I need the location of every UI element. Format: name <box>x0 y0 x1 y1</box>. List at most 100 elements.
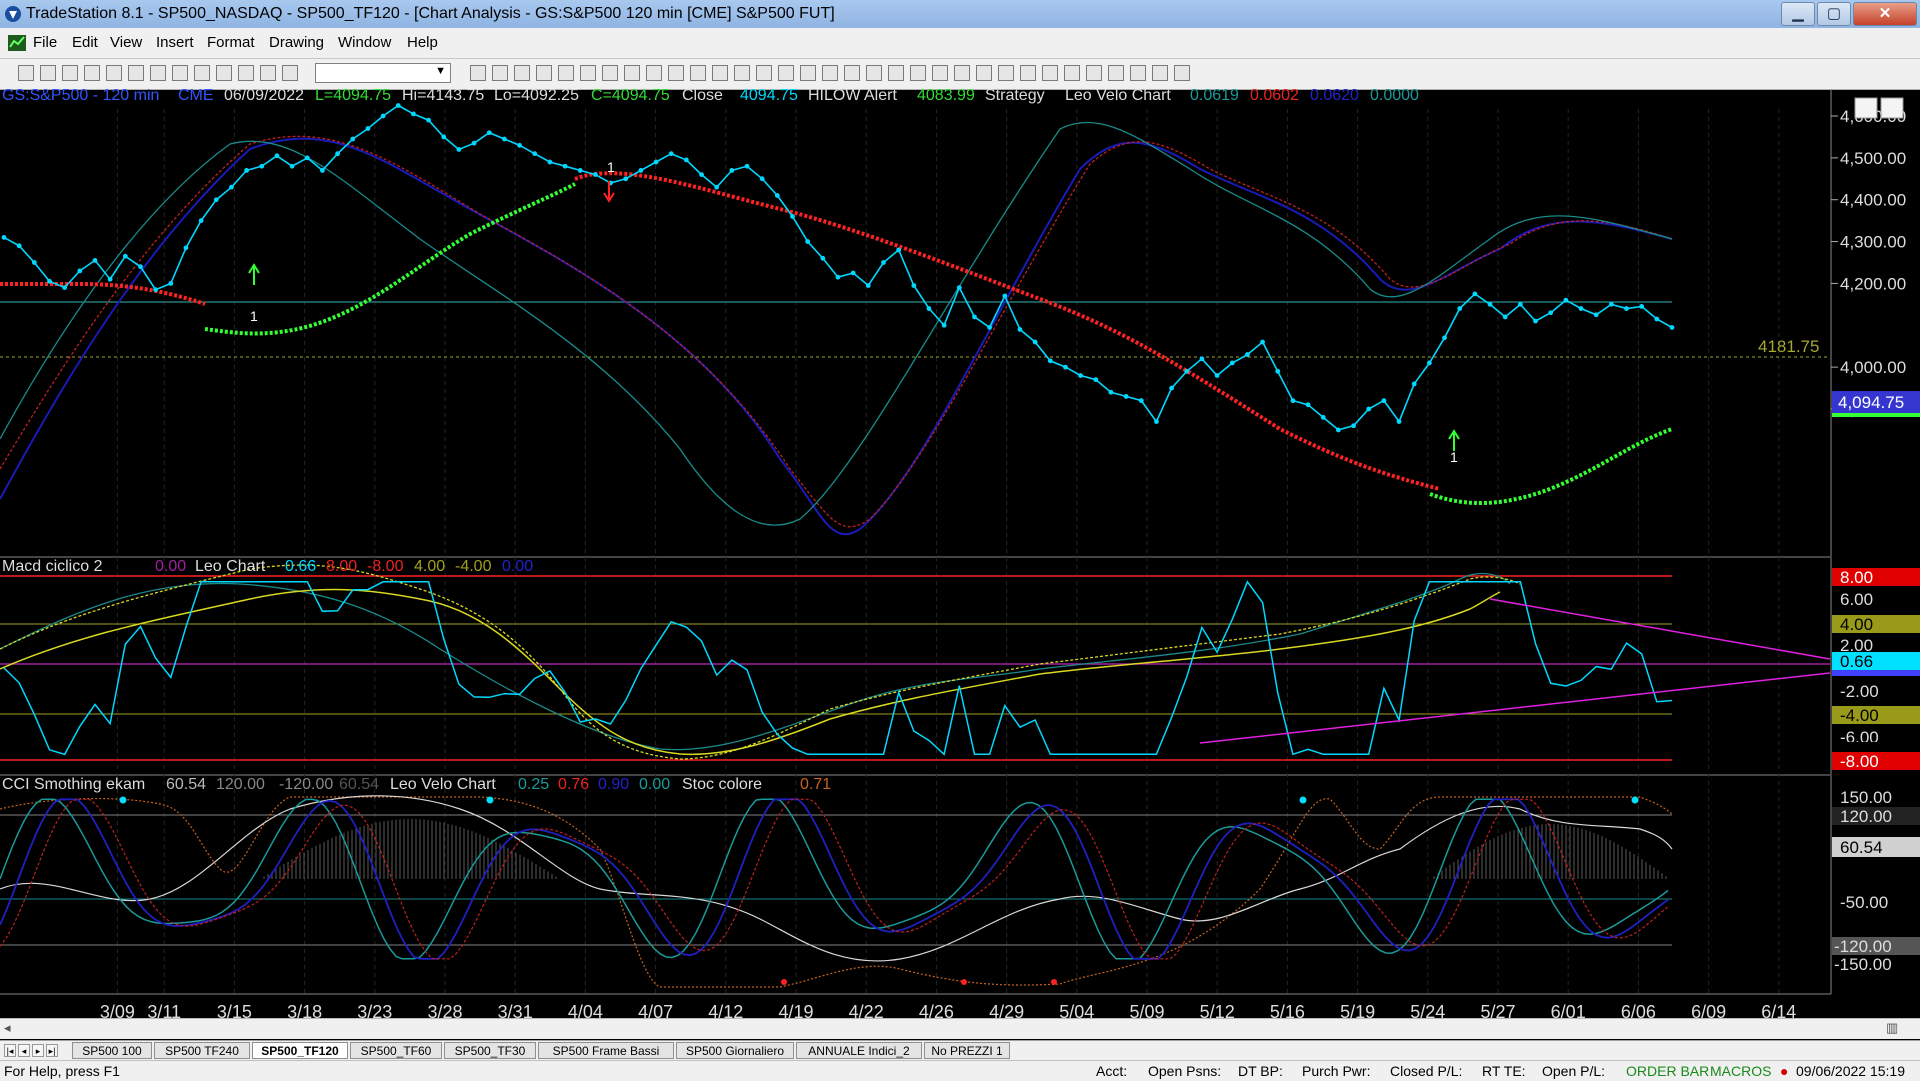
tab-sp500-tf240[interactable]: SP500 TF240 <box>154 1042 250 1059</box>
toolbar-button-icon[interactable] <box>690 65 706 81</box>
tab-sp500-frame-bassi[interactable]: SP500 Frame Bassi <box>538 1042 674 1059</box>
menu-format[interactable]: Format <box>207 34 255 51</box>
tab-sp500-giornaliero[interactable]: SP500 Giornaliero <box>676 1042 794 1059</box>
toolbar-button-icon[interactable] <box>1130 65 1146 81</box>
tab-last-button[interactable]: ▸| <box>46 1044 58 1057</box>
macd-tag-m4-label: -4.00 <box>1840 706 1879 725</box>
scroll-left-icon[interactable]: ◂ <box>4 1020 11 1036</box>
toolbar-button-icon[interactable] <box>40 65 56 81</box>
toolbar-button-icon[interactable] <box>558 65 574 81</box>
scroll-right-icon[interactable]: ▥ <box>1886 1020 1898 1036</box>
price-dot <box>92 258 98 263</box>
menu-window[interactable]: Window <box>338 34 391 51</box>
toolbar-button-icon[interactable] <box>756 65 772 81</box>
toolbar-button-icon[interactable] <box>800 65 816 81</box>
cci-orange-dotted-line <box>0 796 1673 988</box>
price-dot <box>1032 339 1038 345</box>
price-pane-header: GS:S&P500 - 120 min CME 06/09/2022 L=409… <box>2 89 1419 104</box>
toolbar-button-icon[interactable] <box>1152 65 1168 81</box>
toolbar-button-icon[interactable] <box>536 65 552 81</box>
window-title: TradeStation 8.1 - SP500_NASDAQ - SP500_… <box>26 5 835 22</box>
price-axis: 4,600.004,500.004,400.004,300.004,200.00… <box>1831 107 1906 419</box>
toolbar-button-icon[interactable] <box>62 65 78 81</box>
toolbar-button-icon[interactable] <box>470 65 486 81</box>
toolbar-button-icon[interactable] <box>844 65 860 81</box>
window-close-button[interactable]: ✕ <box>1853 2 1917 26</box>
status-bar: For Help, press F1 Acct: Open Psns: DT B… <box>0 1060 1920 1081</box>
toolbar-button-icon[interactable] <box>84 65 100 81</box>
toolbar-button-icon[interactable] <box>778 65 794 81</box>
price-dot <box>289 163 295 169</box>
toolbar-button-icon[interactable] <box>128 65 144 81</box>
price-dot <box>1351 423 1356 429</box>
toolbar-button-icon[interactable] <box>1086 65 1102 81</box>
window-minimize-button[interactable]: ▁ <box>1781 2 1815 26</box>
price-dot <box>1063 364 1068 370</box>
chart-area[interactable]: 4,600.004,500.004,400.004,300.004,200.00… <box>0 89 1920 1024</box>
toolbar-button-icon[interactable] <box>624 65 640 81</box>
menu-help[interactable]: Help <box>407 34 438 51</box>
price-dot <box>896 247 902 253</box>
toolbar-button-icon[interactable] <box>932 65 948 81</box>
toolbar-button-icon[interactable] <box>1108 65 1124 81</box>
toolbar-button-icon[interactable] <box>106 65 122 81</box>
toolbar-button-icon[interactable] <box>194 65 210 81</box>
macros-toggle[interactable]: MACROS <box>1710 1061 1771 1081</box>
toolbar-button-icon[interactable] <box>866 65 882 81</box>
menu-edit[interactable]: Edit <box>72 34 98 51</box>
status-rt-te: RT TE: <box>1482 1063 1526 1079</box>
toolbar-button-icon[interactable] <box>646 65 662 81</box>
toolbar-button-icon[interactable] <box>822 65 838 81</box>
toolbar-button-icon[interactable] <box>712 65 728 81</box>
tab-no-prezzi-1[interactable]: No PREZZI 1 <box>924 1042 1010 1059</box>
order-bar-toggle[interactable]: ORDER BAR <box>1626 1061 1709 1081</box>
cci-pane: CCI Smothing ekam 60.54 120.00 -120.00 6… <box>0 776 1920 988</box>
menu-insert[interactable]: Insert <box>156 34 194 51</box>
toolbar-button-icon[interactable] <box>976 65 992 81</box>
pane-minimize-button[interactable] <box>1854 97 1878 119</box>
tab-sp500-tf30[interactable]: SP500_TF30 <box>444 1042 536 1059</box>
price-pane: 1 1 1 GS:S&P500 - 120 min CME 06/09/2022… <box>0 89 1904 536</box>
toolbar-button-icon[interactable] <box>238 65 254 81</box>
toolbar-button-icon[interactable] <box>1020 65 1036 81</box>
toolbar-button-icon[interactable] <box>216 65 232 81</box>
toolbar-button-icon[interactable] <box>998 65 1014 81</box>
menu-view[interactable]: View <box>110 34 142 51</box>
price-axis-label: 4,200.00 <box>1840 274 1906 293</box>
chart-horizontal-scrollbar[interactable]: ◂ ▥ <box>0 1018 1920 1039</box>
tab-sp500-tf120[interactable]: SP500_TF120 <box>252 1042 348 1059</box>
price-dot <box>1047 358 1053 364</box>
toolbar-button-icon[interactable] <box>954 65 970 81</box>
toolbar-button-icon[interactable] <box>602 65 618 81</box>
price-dot <box>47 278 52 284</box>
toolbar-button-icon[interactable] <box>1064 65 1080 81</box>
toolbar-button-icon[interactable] <box>888 65 904 81</box>
toolbar-button-icon[interactable] <box>910 65 926 81</box>
toolbar-button-icon[interactable] <box>1042 65 1058 81</box>
toolbar-button-icon[interactable] <box>260 65 276 81</box>
toolbar-button-icon[interactable] <box>1174 65 1190 81</box>
toolbar-button-icon[interactable] <box>150 65 166 81</box>
price-dot <box>502 136 507 142</box>
menu-file[interactable]: File <box>33 34 57 51</box>
toolbar-button-icon[interactable] <box>580 65 596 81</box>
toolbar-button-icon[interactable] <box>734 65 750 81</box>
tab-sp500-tf60[interactable]: SP500_TF60 <box>350 1042 442 1059</box>
toolbar-button-icon[interactable] <box>668 65 684 81</box>
cci-teal-oscillator <box>0 798 1669 960</box>
menu-drawing[interactable]: Drawing <box>269 34 324 51</box>
toolbar-button-icon[interactable] <box>282 65 298 81</box>
window-maximize-button[interactable]: ▢ <box>1817 2 1851 26</box>
pane-restore-button[interactable] <box>1880 97 1904 119</box>
tab-annuale-indici-2[interactable]: ANNUALE Indici_2 <box>796 1042 922 1059</box>
toolbar-button-icon[interactable] <box>172 65 188 81</box>
toolbar-button-icon[interactable] <box>514 65 530 81</box>
price-dot <box>1411 381 1417 387</box>
tab-prev-button[interactable]: ◂ <box>18 1044 30 1057</box>
tab-sp500-100[interactable]: SP500 100 <box>72 1042 152 1059</box>
tab-next-button[interactable]: ▸ <box>32 1044 44 1057</box>
symbol-combo[interactable]: ▼ <box>315 63 451 83</box>
toolbar-button-icon[interactable] <box>492 65 508 81</box>
toolbar-button-icon[interactable] <box>18 65 34 81</box>
tab-first-button[interactable]: |◂ <box>4 1044 16 1057</box>
